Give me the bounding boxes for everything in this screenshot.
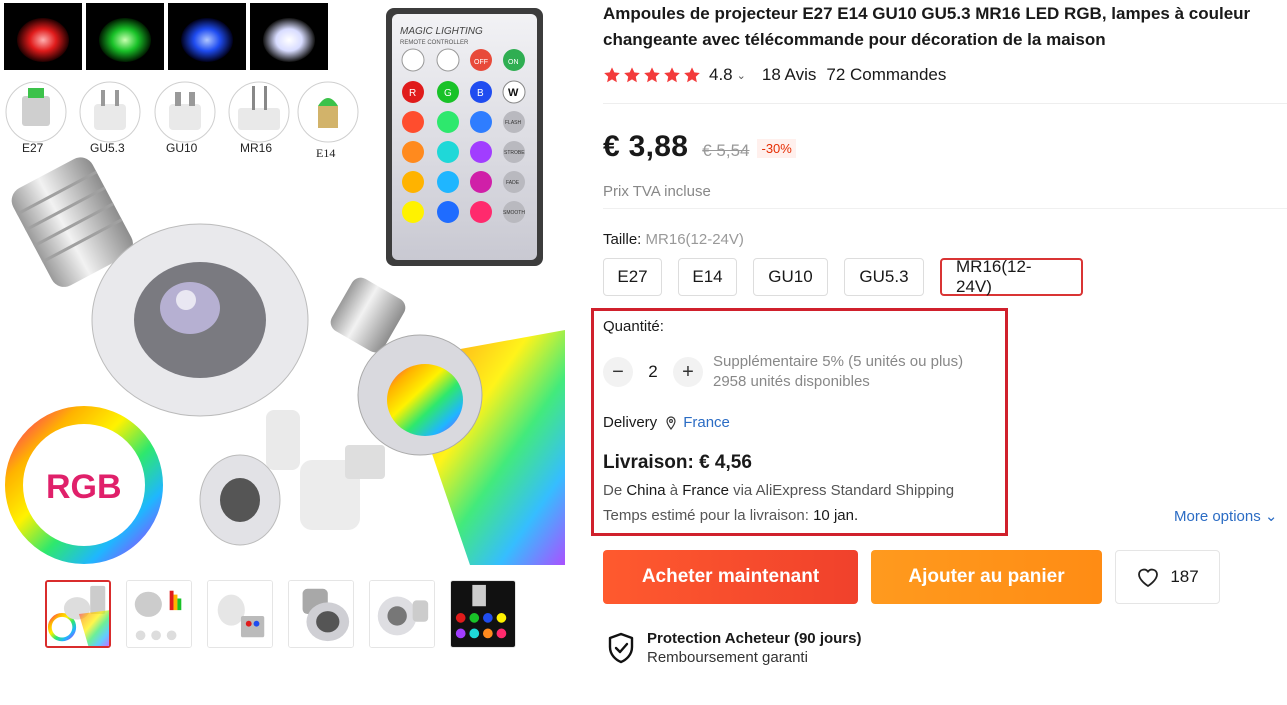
delivery-label: Delivery [603,414,658,431]
star-icon [604,67,620,83]
shipping-route: De China à France via AliExpress Standar… [603,482,955,499]
star-icon [664,67,680,83]
bulb-rainbow [330,277,565,565]
protection-subtitle: Remboursement garanti [647,649,808,666]
bulb-small [199,410,385,546]
thumbnail-6[interactable] [450,580,516,648]
thumbnail-strip [45,580,516,648]
orders-count: 72 Commandes [826,65,947,84]
product-info: Ampoules de projecteur E27 E14 GU10 GU5.… [591,0,1287,666]
socket-label-gu53: GU5.3 [90,141,125,155]
socket-label-gu10: GU10 [166,141,198,155]
rgb-badge: RGB [5,406,163,564]
price-row: € 3,88 € 5,54 -30% [603,130,1287,163]
shipping-cost: Livraison: € 4,56 [603,452,752,473]
rating-row: 4.8 ⌄ 18 Avis 72 Commandes [603,63,1287,87]
color-chips [4,3,328,70]
buyer-protection: Protection Acheteur (90 jours) Rembourse… [607,630,861,666]
rating-value[interactable]: 4.8 [709,65,733,85]
socket-icons: E27 GU5.3 GU10 MR16 E14 [5,81,359,160]
rgb-badge-text: RGB [46,468,122,506]
svg-text:OFF: OFF [474,59,488,66]
main-product-image[interactable]: E27 GU5.3 GU10 MR16 E14 MAGIC LIGHTING R [0,0,565,565]
quantity-label: Quantité: [603,318,664,335]
thumbnail-1[interactable] [45,580,111,648]
tax-note: Prix TVA incluse [603,183,711,200]
quantity-stepper: − 2 + Supplémentaire 5% (5 unités ou plu… [603,352,963,392]
socket-label-mr16: MR16 [240,141,272,155]
svg-text:G: G [444,88,452,99]
shipping-time: Temps estimé pour la livraison: 10 jan. [603,507,859,524]
size-option-e14[interactable]: E14 [678,258,737,296]
svg-text:SMOOTH: SMOOTH [503,210,525,216]
thumbnail-5[interactable] [369,580,435,648]
discount-badge: -30% [757,139,796,158]
chevron-down-icon[interactable]: ⌄ [737,69,746,82]
thumbnail-2[interactable] [126,580,192,648]
heart-icon [1138,568,1159,588]
size-selected-value: MR16(12-24V) [645,231,744,248]
reviews-count[interactable]: 18 Avis [762,65,817,85]
add-to-cart-button[interactable]: Ajouter au panier [871,550,1102,604]
wishlist-button[interactable]: 187 [1115,550,1220,604]
current-price: € 3,88 [603,130,689,163]
size-options: E27 E14 GU10 GU5.3 MR16(12-24V) [603,257,1287,296]
thumbnail-4[interactable] [288,580,354,648]
rating-stars [603,66,701,84]
quantity-info: Supplémentaire 5% (5 unités ou plus) 295… [713,352,963,392]
svg-text:B: B [477,88,484,99]
product-gallery: E27 GU5.3 GU10 MR16 E14 MAGIC LIGHTING R [0,0,565,705]
quantity-increase-button[interactable]: + [673,357,703,387]
quantity-decrease-button[interactable]: − [603,357,633,387]
size-option-gu10[interactable]: GU10 [753,258,828,296]
divider [603,208,1287,209]
delivery-row: Delivery France [603,414,730,431]
divider [603,103,1287,104]
wishlist-count: 187 [1170,567,1199,586]
delivery-country-link[interactable]: France [683,414,730,431]
location-pin-icon [666,415,676,430]
product-title: Ampoules de projecteur E27 E14 GU10 GU5.… [603,4,1251,49]
socket-label-e14: E14 [316,146,335,160]
stock-available: 2958 unités disponibles [713,373,870,390]
socket-label-e27: E27 [22,141,44,155]
remote-subtitle: REMOTE CONTROLLER [400,40,469,46]
quantity-value[interactable]: 2 [633,362,673,382]
chevron-down-icon: ⌄ [1264,508,1278,525]
remote-control: MAGIC LIGHTING REMOTE CONTROLLER OFF ON … [386,8,543,266]
bulb-large [11,157,309,417]
svg-text:FLASH: FLASH [505,120,522,126]
protection-title: Protection Acheteur (90 jours) [647,630,862,647]
svg-text:ON: ON [508,59,519,66]
buy-now-button[interactable]: Acheter maintenant [603,550,858,604]
bulk-discount-note: Supplémentaire 5% (5 unités ou plus) [713,353,964,370]
size-option-e27[interactable]: E27 [603,258,662,296]
star-icon [644,67,660,83]
size-label: Taille: MR16(12-24V) [603,231,744,248]
size-option-mr16[interactable]: MR16(12-24V) [940,257,1083,296]
star-icon [684,67,700,83]
more-options-link[interactable]: More options ⌄ [1174,507,1277,525]
route-from: China [626,482,666,499]
svg-text:W: W [508,87,519,99]
svg-text:R: R [409,88,416,99]
svg-text:FADE: FADE [506,180,520,186]
shield-check-icon [608,632,634,664]
original-price: € 5,54 [702,141,750,160]
star-icon [624,67,640,83]
remote-title: MAGIC LIGHTING [400,26,483,37]
svg-text:STROBE: STROBE [504,150,525,156]
route-to: France [682,482,729,499]
thumbnail-3[interactable] [207,580,273,648]
delivery-date: 10 jan. [813,507,859,524]
size-option-gu53[interactable]: GU5.3 [844,258,924,296]
